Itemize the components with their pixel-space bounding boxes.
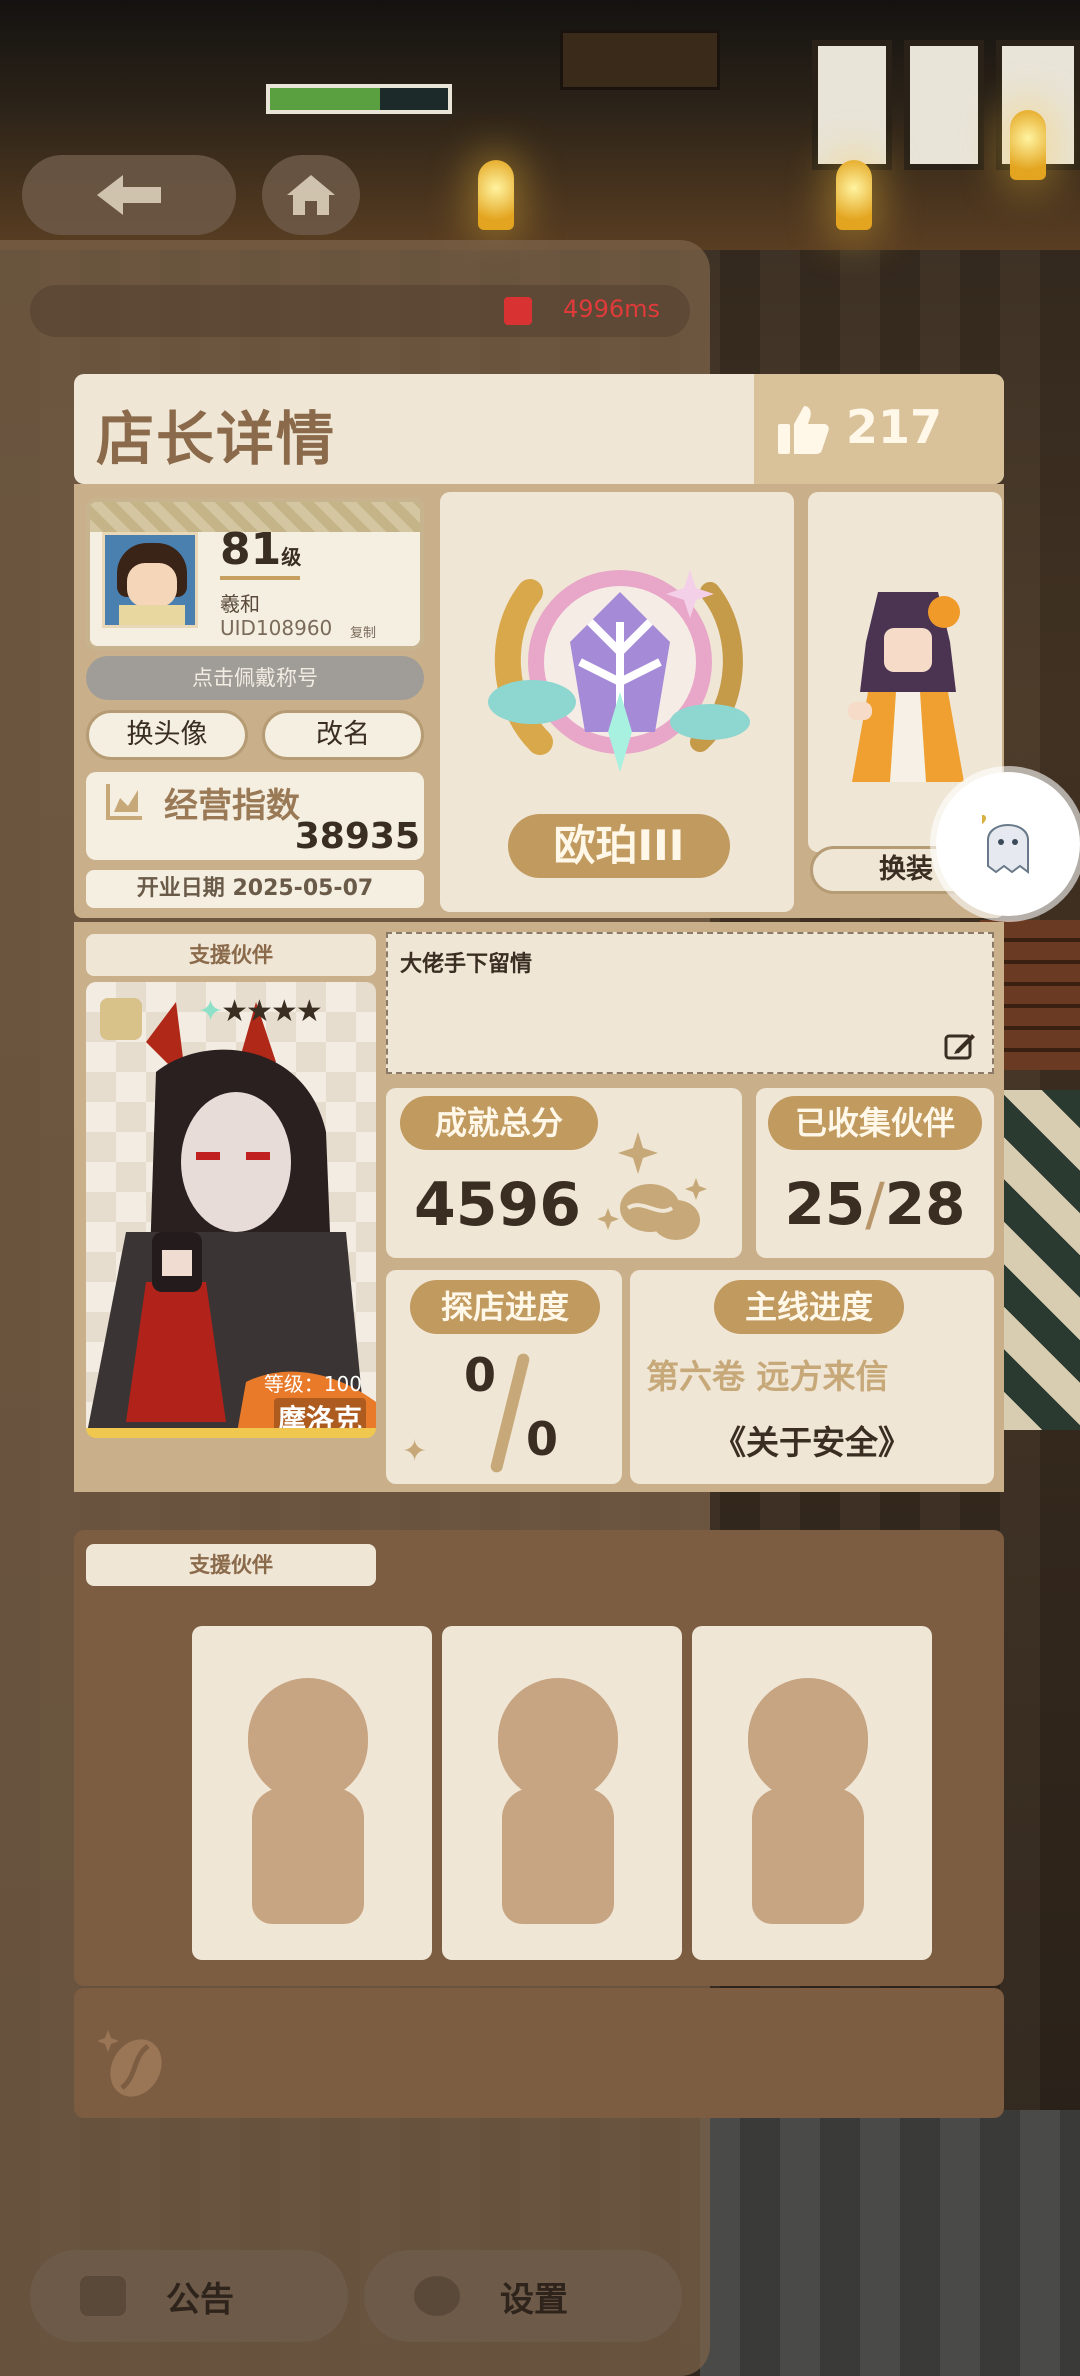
arrow-left-icon: [97, 175, 161, 215]
menu-poster: [904, 40, 984, 170]
story-subtitle: 《关于安全》: [713, 1423, 911, 1462]
player-uid: UID108960: [220, 616, 333, 640]
partner-tag: 支援伙伴: [86, 934, 376, 976]
wear-title-button[interactable]: 点击佩戴称号: [86, 656, 424, 700]
rank-badge-icon: [488, 570, 750, 772]
support-slot[interactable]: [192, 1626, 432, 1960]
network-status: 4996ms: [30, 285, 690, 337]
open-date: 开业日期 2025-05-07: [86, 870, 424, 908]
level-underline: [220, 576, 300, 580]
bean-section: [74, 1988, 1004, 2118]
silhouette-icon: [248, 1678, 368, 1802]
notice-button[interactable]: 公告: [30, 2250, 348, 2342]
edit-icon[interactable]: [944, 1032, 976, 1060]
lamp: [836, 160, 872, 230]
chart-icon: [106, 784, 142, 820]
business-index: 经营指数 38935: [86, 772, 424, 860]
collected-partners-label: 已收集伙伴: [768, 1096, 982, 1150]
card-header: 店长详情 217: [74, 374, 1004, 484]
page-title: 店长详情: [96, 405, 337, 473]
menu-poster: [812, 40, 892, 170]
settings-label: 设置: [500, 2279, 568, 2320]
achievement-score-value: 4596: [414, 1170, 581, 1240]
signal-icon: [504, 297, 532, 325]
story-chapter: 第六卷 远方来信: [646, 1357, 889, 1396]
partner-name: 摩洛克: [273, 1398, 366, 1428]
collected-partners-value: 25/28: [784, 1170, 966, 1238]
support-partners-tag: 支援伙伴: [86, 1544, 376, 1586]
lamp: [1010, 110, 1046, 180]
ping-value: 4996ms: [563, 295, 660, 323]
player-name: 羲和: [220, 592, 260, 616]
lamp: [478, 160, 514, 230]
partner-level: 等级：100: [263, 1372, 362, 1396]
back-button[interactable]: [22, 155, 236, 235]
energy-bar-fill: [270, 88, 381, 110]
achievement-score-label: 成就总分: [400, 1096, 598, 1150]
silhouette-icon: [498, 1678, 618, 1802]
shop-shelf: [560, 30, 720, 90]
rename-button[interactable]: 改名: [262, 710, 424, 760]
signature-text: 大佬手下留情: [400, 952, 533, 977]
element-badge-icon: [100, 998, 142, 1040]
character-sprite: [848, 592, 964, 782]
visit-progress-total: 0: [526, 1412, 559, 1466]
achievement-score[interactable]: 成就总分 4596: [386, 1088, 742, 1258]
floor-tiles: [1000, 1090, 1080, 1430]
like-count: 217: [846, 400, 943, 454]
avatar[interactable]: [102, 532, 198, 628]
support-slot[interactable]: [692, 1626, 932, 1960]
gear-icon: [414, 2276, 460, 2316]
visit-progress[interactable]: 探店进度 0 0 ✦: [386, 1270, 622, 1484]
sparkle-icon: ✦: [402, 1434, 428, 1469]
partner-stars: ✦★★★★: [198, 994, 323, 1029]
business-index-value: 38935: [294, 816, 420, 857]
profile-box: 81级 羲和 UID108960 复制: [86, 498, 424, 650]
energy-bar: [266, 84, 452, 114]
home-button[interactable]: [262, 155, 360, 235]
shop-owner-detail-card: 店长详情 217 81级 羲和 UID108960 复制 点击佩戴称号 换头像 …: [74, 374, 1004, 2118]
silhouette-icon: [748, 1678, 868, 1802]
change-avatar-button[interactable]: 换头像: [86, 710, 248, 760]
support-slot[interactable]: [442, 1626, 682, 1960]
ghost-icon: [982, 815, 1029, 874]
visit-progress-current: 0: [464, 1348, 497, 1402]
player-level: 81级: [220, 524, 302, 575]
business-index-label: 经营指数: [164, 786, 300, 826]
counter: [700, 2110, 1080, 2376]
coffee-bean-icon: [598, 1132, 707, 1240]
settings-button[interactable]: 设置: [364, 2250, 682, 2342]
story-progress-label: 主线进度: [714, 1280, 904, 1334]
copy-uid-button[interactable]: 复制: [350, 622, 376, 641]
stats-section: 支援伙伴 ✦★★★★ 等级：100 摩洛克 大佬手下留情 成就总分 4596 已…: [74, 922, 1004, 1492]
like-button[interactable]: 217: [754, 374, 1004, 484]
signature-box[interactable]: 大佬手下留情: [386, 932, 994, 1074]
visit-progress-label: 探店进度: [410, 1280, 600, 1334]
profile-section: 81级 羲和 UID108960 复制 点击佩戴称号 换头像 改名 经营指数 3…: [74, 484, 1004, 1034]
rank-label: 欧珀III: [508, 814, 730, 878]
rank-box[interactable]: 欧珀III: [440, 492, 794, 912]
notice-label: 公告: [166, 2279, 234, 2320]
support-partners-section: 支援伙伴: [74, 1530, 1004, 1986]
home-icon: [287, 175, 335, 215]
coffee-bean-icon: [98, 2030, 162, 2097]
briefcase-icon: [80, 2276, 126, 2316]
partner-card[interactable]: ✦★★★★ 等级：100 摩洛克: [86, 982, 376, 1438]
assistant-bubble[interactable]: [936, 772, 1080, 916]
story-progress[interactable]: 主线进度 第六卷 远方来信 《关于安全》: [630, 1270, 994, 1484]
collected-partners[interactable]: 已收集伙伴 25/28: [756, 1088, 994, 1258]
thumbs-up-icon: [778, 406, 829, 454]
